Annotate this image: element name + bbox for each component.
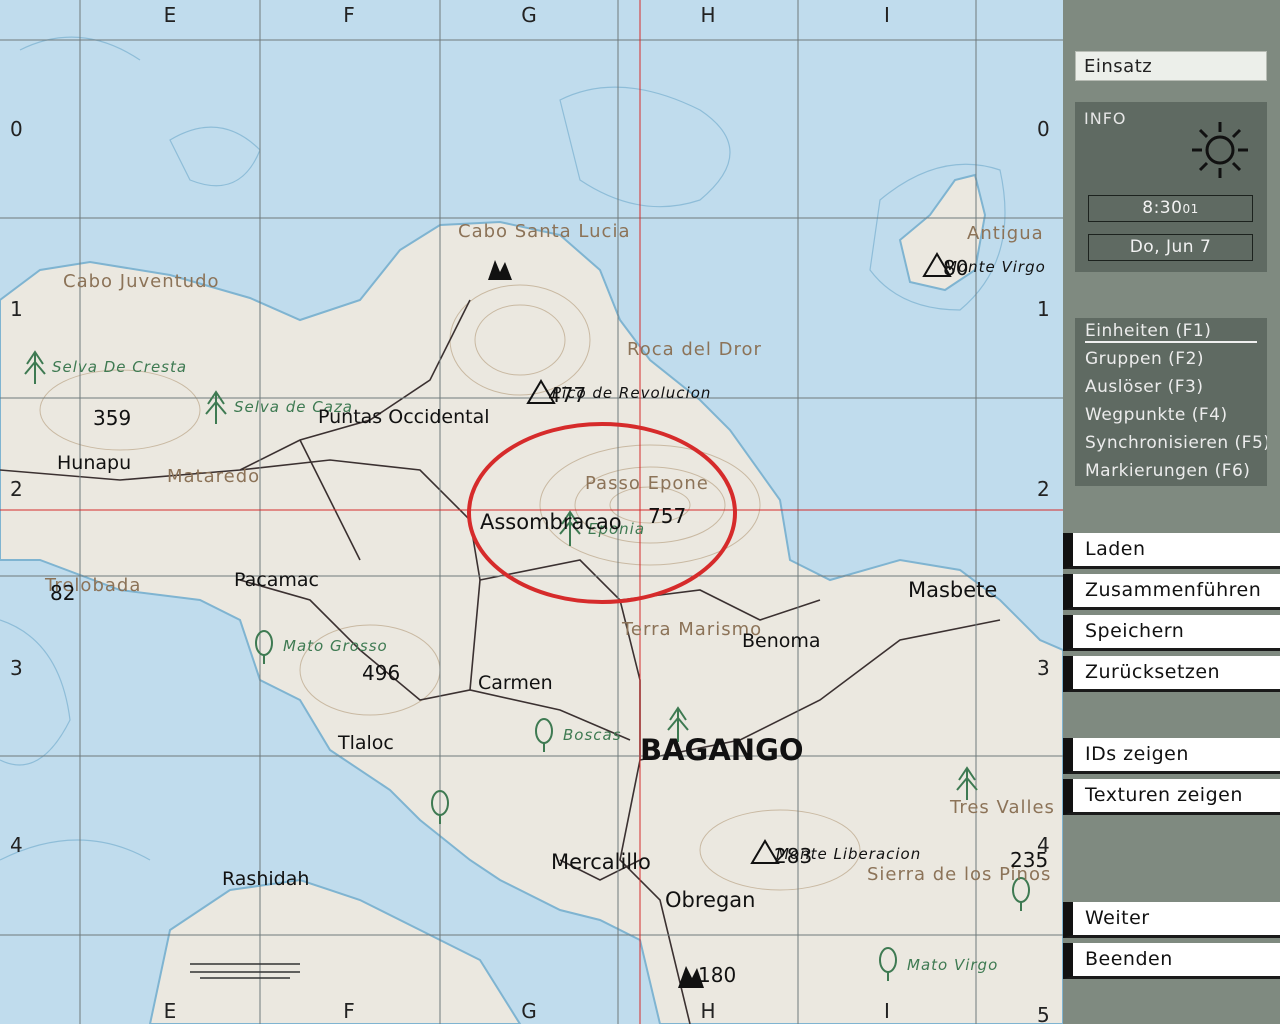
tab-groups[interactable]: Gruppen (F2) [1085,349,1204,369]
grid-col-h-bottom: H [700,999,715,1023]
grid-row-5-right: 5 [1037,1003,1050,1024]
load-button[interactable]: Laden [1063,533,1280,569]
exit-button[interactable]: Beenden [1063,943,1280,979]
town-bagango: BAGANGO [640,733,804,767]
forest-mato-grosso: Mato Grosso [283,637,388,655]
place-tres-valles: Tres Valles [949,797,1055,818]
town-benoma: Benoma [742,630,821,652]
elevation-283: 283 [774,844,812,868]
save-button[interactable]: Speichern [1063,615,1280,651]
place-terra-marismo: Terra Marismo [621,619,762,640]
place-cabo-santa-lucia: Cabo Santa Lucia [458,221,630,242]
show-ids-button[interactable]: IDs zeigen [1063,738,1280,774]
forest-selva-de-cresta: Selva De Cresta [52,358,187,376]
grid-row-1: 1 [10,297,23,321]
elevation-82: 82 [50,581,75,605]
elevation-359: 359 [93,406,131,430]
town-hunapu: Hunapu [57,452,131,474]
town-mataredo: Puntas Occidental [318,406,490,428]
elevation-80: 80 [943,256,968,280]
grid-row-3: 3 [10,656,23,680]
reset-button[interactable]: Zurücksetzen [1063,656,1280,692]
grid-col-f: F [343,3,355,27]
elevation-496: 496 [362,661,400,685]
town-carmen: Carmen [478,672,553,694]
grid-col-g-bottom: G [521,999,537,1023]
time-seconds: 01 [1182,202,1199,216]
forest-boscas: Boscas [563,726,622,744]
town-eponia: Assombracao [480,510,622,534]
editor-mode-list: Einheiten (F1) Gruppen (F2) Auslöser (F3… [1075,318,1267,486]
town-obregan: Obregan [665,888,755,912]
mode-select[interactable]: Einsatz [1075,51,1267,81]
grid-row-2: 2 [10,477,23,501]
grid-col-i-bottom: I [884,999,890,1023]
tab-waypoints[interactable]: Wegpunkte (F4) [1085,405,1228,425]
town-mercalillo: Mercalillo [551,850,651,874]
info-title: INFO [1084,109,1127,128]
time-value: 8:30 [1142,198,1183,218]
grid-row-1-right: 1 [1037,297,1050,321]
editor-side-panel: Einsatz INFO 8:3001 Do, Jun 7 Einheiten … [1063,0,1280,1024]
grid-col-e-bottom: E [164,999,177,1023]
tab-triggers[interactable]: Auslöser (F3) [1085,377,1203,397]
map-view[interactable]: E F G H I E F G H I 0 1 2 3 4 0 1 2 3 4 … [0,0,1063,1024]
info-box: INFO 8:3001 Do, Jun 7 [1075,102,1267,272]
show-textures-button[interactable]: Texturen zeigen [1063,779,1280,815]
elevation-757: 757 [648,504,686,528]
grid-col-f-bottom: F [343,999,355,1023]
grid-row-4: 4 [10,833,23,857]
town-pacamac: Pacamac [234,569,319,591]
continue-button[interactable]: Weiter [1063,902,1280,938]
elevation-235: 235 [1010,848,1048,872]
mission-time[interactable]: 8:3001 [1088,195,1253,222]
forest-mato-virgo: Mato Virgo [907,956,998,974]
grid-col-g: G [521,3,537,27]
grid-row-2-right: 2 [1037,477,1050,501]
place-passo-epone: Passo Epone [585,473,709,494]
town-rashidah: Rashidah [222,868,309,890]
sun-icon [1192,122,1248,178]
grid-row-3-right: 3 [1037,656,1050,680]
town-masbete: Masbete [908,578,997,602]
topographic-map[interactable]: E F G H I E F G H I 0 1 2 3 4 0 1 2 3 4 … [0,0,1063,1024]
place-roca-del-dror: Roca del Dror [627,339,762,360]
place-puntas-occidental: Mataredo [167,466,260,487]
grid-col-i: I [884,3,890,27]
grid-col-h: H [700,3,715,27]
tab-markers[interactable]: Markierungen (F6) [1085,461,1250,481]
tab-units[interactable]: Einheiten (F1) [1085,321,1258,343]
elevation-477: 477 [548,383,586,407]
grid-row-0-right: 0 [1037,117,1050,141]
merge-button[interactable]: Zusammenführen [1063,574,1280,610]
elevation-180: 180 [698,963,736,987]
town-tlaloc: Tlaloc [337,732,394,754]
mission-date[interactable]: Do, Jun 7 [1088,234,1253,261]
place-antigua: Antigua [967,223,1044,244]
grid-col-e: E [164,3,177,27]
tab-synchronize[interactable]: Synchronisieren (F5) [1085,433,1267,453]
grid-row-0: 0 [10,117,23,141]
place-cabo-juventudo: Cabo Juventudo [63,271,220,292]
